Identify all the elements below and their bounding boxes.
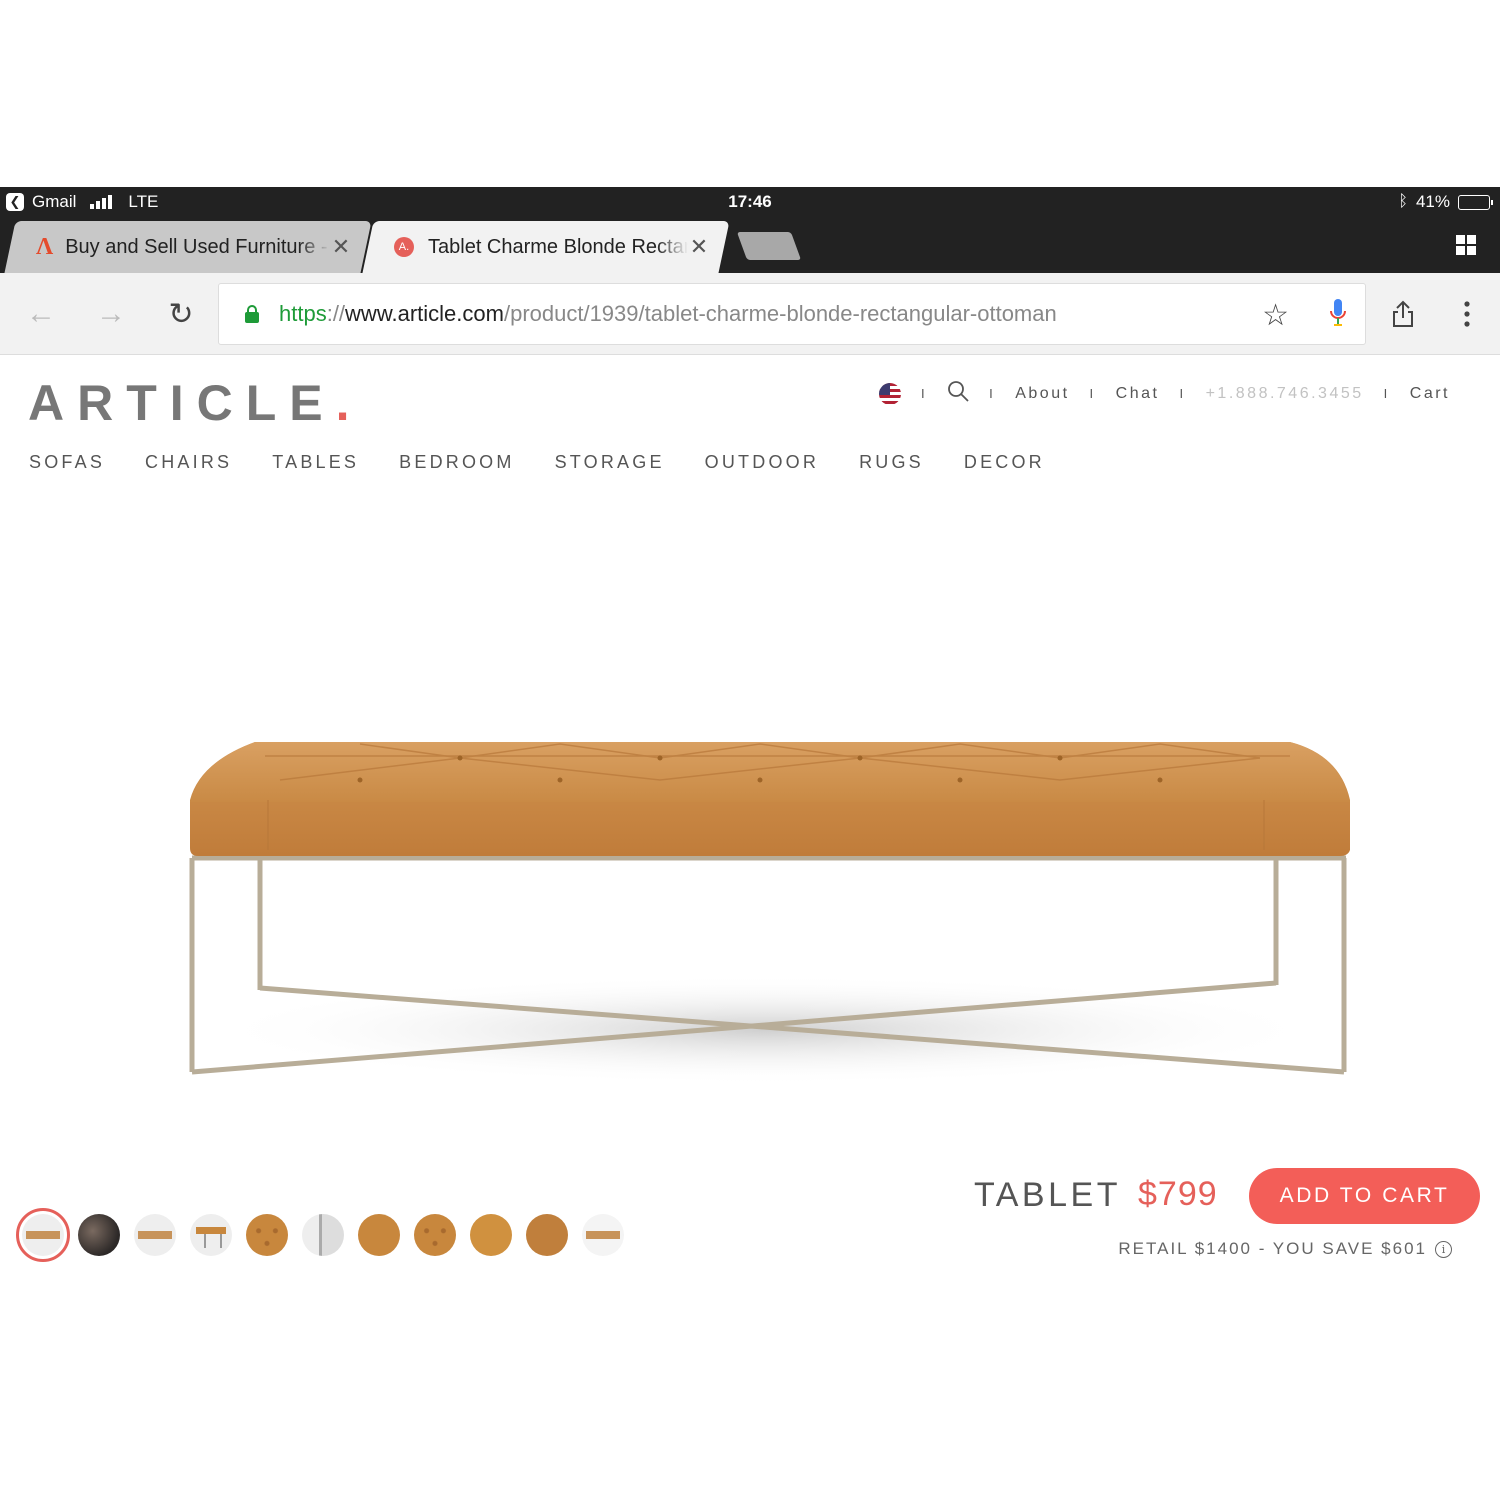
thumbnail-tufting-detail[interactable] <box>246 1214 288 1256</box>
chat-link[interactable]: Chat <box>1116 385 1160 403</box>
cart-link[interactable]: Cart <box>1410 385 1450 403</box>
utility-nav: I I About I Chat I +1.888.746.3455 I Car… <box>878 380 1450 407</box>
reload-icon[interactable]: ↻ <box>164 297 198 331</box>
aptdeco-a-icon: Λ <box>36 233 54 260</box>
about-link[interactable]: About <box>1015 385 1069 403</box>
tab-article-active[interactable]: A. Tablet Charme Blonde Rectangular Otto… <box>362 221 730 273</box>
battery-icon <box>1458 194 1493 210</box>
thumbnail-angle-white[interactable] <box>190 1214 232 1256</box>
thumbnail-profile-white[interactable] <box>582 1214 624 1256</box>
nav-tables[interactable]: TABLES <box>272 452 359 473</box>
thumbnail-gallery <box>16 1208 624 1262</box>
thumbnail-leg-detail[interactable] <box>302 1214 344 1256</box>
nav-sofas[interactable]: SOFAS <box>29 452 105 473</box>
us-flag-icon[interactable] <box>878 382 901 405</box>
thumbnail-stitch-detail[interactable] <box>470 1214 512 1256</box>
savings-label: RETAIL $1400 - YOU SAVE $601 <box>1118 1239 1427 1258</box>
nav-bedroom[interactable]: BEDROOM <box>399 452 514 473</box>
browser-toolbar: ← → ↻ https://www.article.com/product/19… <box>0 273 1500 355</box>
thumbnail-lifestyle-dark[interactable] <box>78 1214 120 1256</box>
battery-percent: 41% <box>1415 192 1450 211</box>
search-icon[interactable] <box>947 380 969 407</box>
bluetooth-icon: ᛒ <box>1398 193 1408 210</box>
microphone-icon[interactable] <box>1329 298 1347 333</box>
nav-chairs[interactable]: CHAIRS <box>145 452 232 473</box>
thumbnail-leather-swatch[interactable] <box>358 1214 400 1256</box>
article-favicon-icon: A. <box>394 237 414 257</box>
add-to-cart-button[interactable]: ADD TO CART <box>1249 1168 1480 1224</box>
article-logo[interactable]: ARTICLE. <box>28 374 350 432</box>
clock: 17:46 <box>728 192 772 211</box>
thumbnail-front-white[interactable] <box>16 1208 70 1262</box>
tab-title: Tablet Charme Blonde Rectangular Ottoman <box>428 235 688 258</box>
back-arrow-icon[interactable]: ← <box>24 297 58 331</box>
url-text[interactable]: https://www.article.com/product/1939/tab… <box>279 301 1057 327</box>
savings-text: RETAIL $1400 - YOU SAVE $601 i <box>1118 1239 1452 1259</box>
nav-outdoor[interactable]: OUTDOOR <box>705 452 819 473</box>
nav-storage[interactable]: STORAGE <box>555 452 665 473</box>
more-menu-icon[interactable] <box>1450 297 1484 331</box>
tab-title: Buy and Sell Used Furniture - <box>65 235 328 258</box>
phone-link[interactable]: +1.888.746.3455 <box>1206 385 1364 403</box>
nav-decor[interactable]: DECOR <box>964 452 1045 473</box>
thumbnail-button-detail[interactable] <box>414 1214 456 1256</box>
close-icon[interactable]: ✕ <box>688 234 710 260</box>
forward-arrow-icon[interactable]: → <box>94 297 128 331</box>
address-bar[interactable]: https://www.article.com/product/1939/tab… <box>218 283 1366 345</box>
new-tab-button[interactable] <box>736 232 802 260</box>
thumbnail-side-white[interactable] <box>134 1214 176 1256</box>
tab-aptdeco[interactable]: Λ Buy and Sell Used Furniture - ✕ <box>4 221 372 273</box>
bookmark-star-icon[interactable]: ☆ <box>1262 298 1289 333</box>
main-nav: SOFAS CHAIRS TABLES BEDROOM STORAGE OUTD… <box>29 452 1085 473</box>
nav-rugs[interactable]: RUGS <box>859 452 924 473</box>
product-price: $799 <box>1138 1175 1218 1213</box>
tab-switcher-icon[interactable] <box>1456 235 1476 255</box>
product-image <box>189 742 1350 1085</box>
info-icon[interactable]: i <box>1435 1240 1452 1258</box>
thumbnail-leather-closeup[interactable] <box>526 1214 568 1256</box>
status-bar: ❮ Gmail LTE 17:46 ᛒ 41% <box>0 187 1500 217</box>
close-icon[interactable]: ✕ <box>330 234 352 260</box>
share-icon[interactable] <box>1386 297 1420 331</box>
lock-icon <box>245 305 259 323</box>
product-name: TABLET <box>974 1176 1121 1214</box>
